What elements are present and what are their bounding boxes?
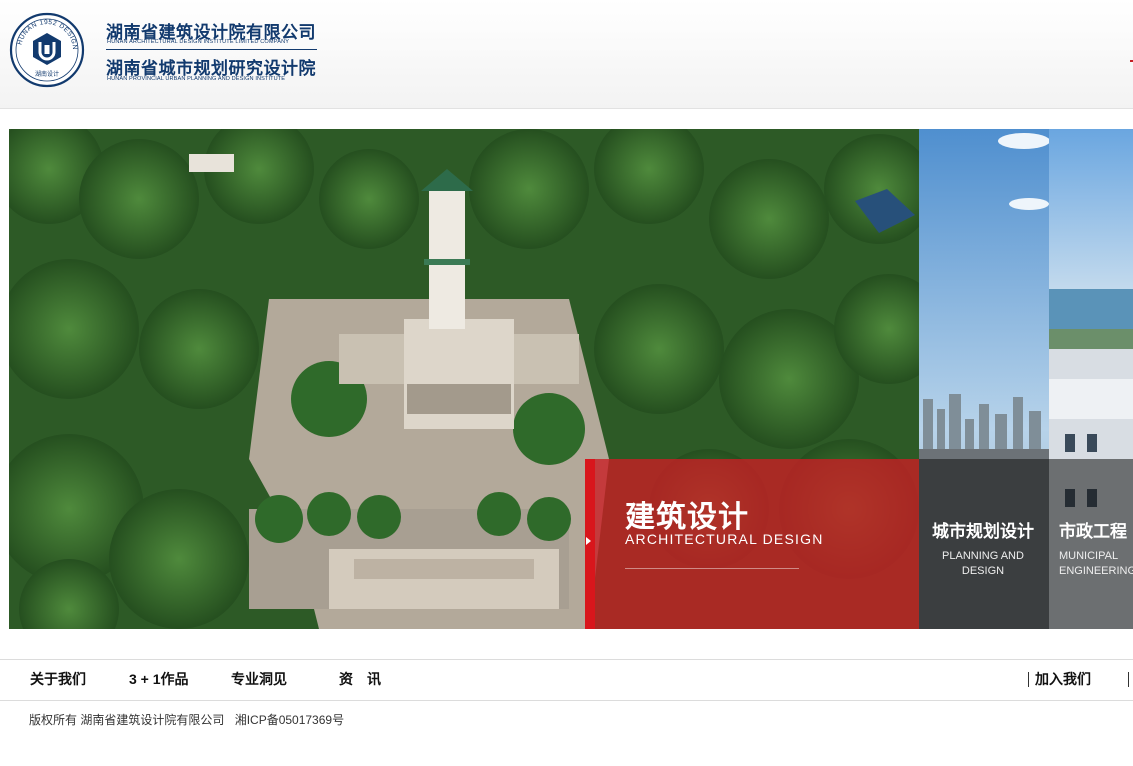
- play-arrow-icon: [586, 537, 591, 545]
- municipal-engineering-slot[interactable]: 市政工程 MUNICIPAL ENGINEERING: [1049, 129, 1133, 629]
- planning-design-slot[interactable]: 城市规划设计 PLANNING AND DESIGN: [919, 129, 1049, 629]
- hero-banner: 建筑设计 ARCHITECTURAL DESIGN 城市规划设计 PLANNIN…: [9, 129, 1133, 629]
- nav-separator: [1128, 672, 1129, 687]
- planning-design-caption: 城市规划设计 PLANNING AND DESIGN: [919, 459, 1049, 629]
- municipal-title-en: MUNICIPAL ENGINEERING: [1059, 549, 1133, 579]
- municipal-title-en-line1: MUNICIPAL: [1059, 550, 1119, 562]
- copyright-text: 版权所有 湖南省建筑设计院有限公司: [29, 713, 225, 727]
- institute-name-en: HUNAN PROVINCIAL URBAN PLANNING AND DESI…: [107, 76, 286, 82]
- panel-title-cn: 建筑设计: [625, 501, 749, 534]
- municipal-title-cn: 市政工程: [1059, 522, 1127, 541]
- panel-divider: [625, 568, 799, 569]
- nav-item-join[interactable]: 加入我们: [1035, 660, 1091, 700]
- site-header: HUNAN 1952 DESIGN 湖南设计 湖南省建筑设计院有限公司 HUNA…: [0, 0, 1133, 109]
- icp-link[interactable]: 湘ICP备05017369号: [235, 713, 344, 727]
- main-nav: 关于我们 3 + 1作品 专业洞见 资 讯 加入我们: [0, 659, 1133, 701]
- brand-divider: [106, 49, 317, 50]
- seal-cn-text: 湖南设计: [35, 70, 59, 78]
- architectural-design-panel[interactable]: 建筑设计 ARCHITECTURAL DESIGN: [585, 459, 929, 629]
- planning-title-cn: 城市规划设计: [932, 522, 1034, 541]
- nav-separator: [1028, 672, 1029, 687]
- panel-title-en: ARCHITECTURAL DESIGN: [625, 531, 824, 547]
- planning-title-en-line2: DESIGN: [961, 565, 1005, 577]
- nav-item-insights[interactable]: 专业洞见: [231, 660, 287, 700]
- site-footer: 版权所有 湖南省建筑设计院有限公司 湘ICP备05017369号: [29, 711, 351, 728]
- nav-item-news[interactable]: 资 讯: [339, 660, 381, 700]
- planning-title-en-line1: PLANNING AND: [942, 550, 1024, 562]
- company-name-en: HUNAN ARCHITECTURAL DESIGN INSTITUTE LIM…: [107, 39, 290, 45]
- seal-logo-icon[interactable]: HUNAN 1952 DESIGN 湖南设计: [9, 12, 85, 88]
- nav-item-about[interactable]: 关于我们: [30, 660, 86, 700]
- nav-item-works[interactable]: 3 + 1作品: [129, 660, 189, 700]
- municipal-caption: 市政工程 MUNICIPAL ENGINEERING: [1049, 459, 1133, 629]
- municipal-title-en-line2: ENGINEERING: [1059, 565, 1133, 577]
- planning-title-en: PLANNING AND DESIGN: [919, 549, 1047, 579]
